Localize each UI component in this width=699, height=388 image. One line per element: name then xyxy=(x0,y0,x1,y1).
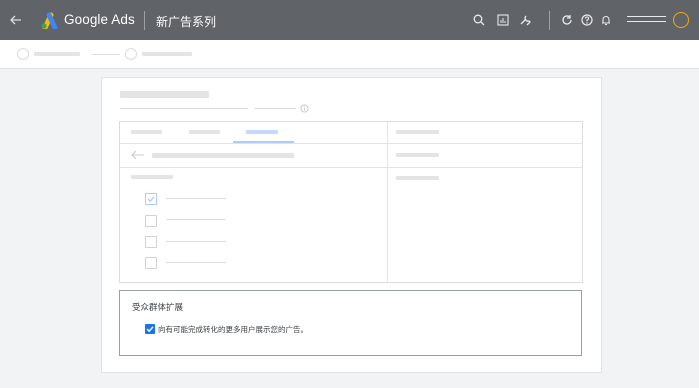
list-item-label xyxy=(166,241,226,242)
toolbar-separator xyxy=(549,11,550,30)
section-subtext-placeholder xyxy=(120,108,248,109)
back-arrow-icon[interactable] xyxy=(8,10,24,30)
account-id-placeholder xyxy=(627,21,666,22)
top-app-bar: Google Ads 新广告系列 xyxy=(0,0,699,40)
tab-2[interactable] xyxy=(189,130,220,134)
tab-3-active[interactable] xyxy=(246,130,278,134)
section-link-placeholder xyxy=(254,108,296,109)
section-heading-placeholder xyxy=(120,91,209,98)
selected-subheading-placeholder xyxy=(396,153,439,157)
step-1-label-placeholder xyxy=(34,52,80,56)
list-checkbox-checked[interactable] xyxy=(145,193,157,205)
account-name-placeholder xyxy=(627,16,666,17)
refresh-icon[interactable] xyxy=(560,13,574,27)
list-checkbox[interactable] xyxy=(145,215,157,227)
step-2-label-placeholder xyxy=(142,52,192,56)
info-icon[interactable] xyxy=(300,104,309,113)
list-checkbox[interactable] xyxy=(145,236,157,248)
notifications-icon[interactable] xyxy=(599,13,613,27)
list-checkbox[interactable] xyxy=(145,257,157,269)
back-arrow-icon[interactable] xyxy=(130,149,146,161)
search-icon[interactable] xyxy=(472,13,486,27)
brand-name: Google Ads xyxy=(64,12,135,27)
list-heading-placeholder xyxy=(131,175,173,179)
selected-heading-placeholder xyxy=(396,130,439,134)
stepper-bar xyxy=(0,40,699,69)
list-item-label xyxy=(166,219,226,220)
breadcrumb-placeholder xyxy=(152,153,294,158)
selected-item-placeholder xyxy=(396,176,439,180)
audience-expansion-title: 受众群体扩展 xyxy=(132,302,184,312)
tools-icon[interactable] xyxy=(518,13,532,27)
audience-expansion-label[interactable]: 向有可能完成转化的更多用户展示您的广告。 xyxy=(158,324,308,335)
panel-column-divider xyxy=(387,122,388,282)
list-item-label xyxy=(166,262,226,263)
audience-expansion-checkbox[interactable] xyxy=(145,324,155,334)
page-title: 新广告系列 xyxy=(156,15,217,29)
active-tab-indicator xyxy=(233,141,294,143)
tabs-divider xyxy=(120,143,582,144)
help-icon[interactable] xyxy=(580,13,594,27)
step-2-icon[interactable] xyxy=(125,48,137,60)
audience-expansion-section: 受众群体扩展 向有可能完成转化的更多用户展示您的广告。 xyxy=(119,290,582,356)
google-ads-logo[interactable] xyxy=(39,11,59,29)
header-divider xyxy=(120,167,582,168)
step-1-icon[interactable] xyxy=(17,48,29,60)
tab-1[interactable] xyxy=(131,130,162,134)
reports-icon[interactable] xyxy=(496,13,510,27)
audience-selector-panel xyxy=(119,121,583,283)
title-divider xyxy=(144,11,145,30)
check-icon xyxy=(147,196,155,203)
account-avatar[interactable] xyxy=(673,12,689,28)
list-item-label xyxy=(166,198,226,199)
check-icon xyxy=(146,326,154,333)
step-connector xyxy=(92,54,120,55)
